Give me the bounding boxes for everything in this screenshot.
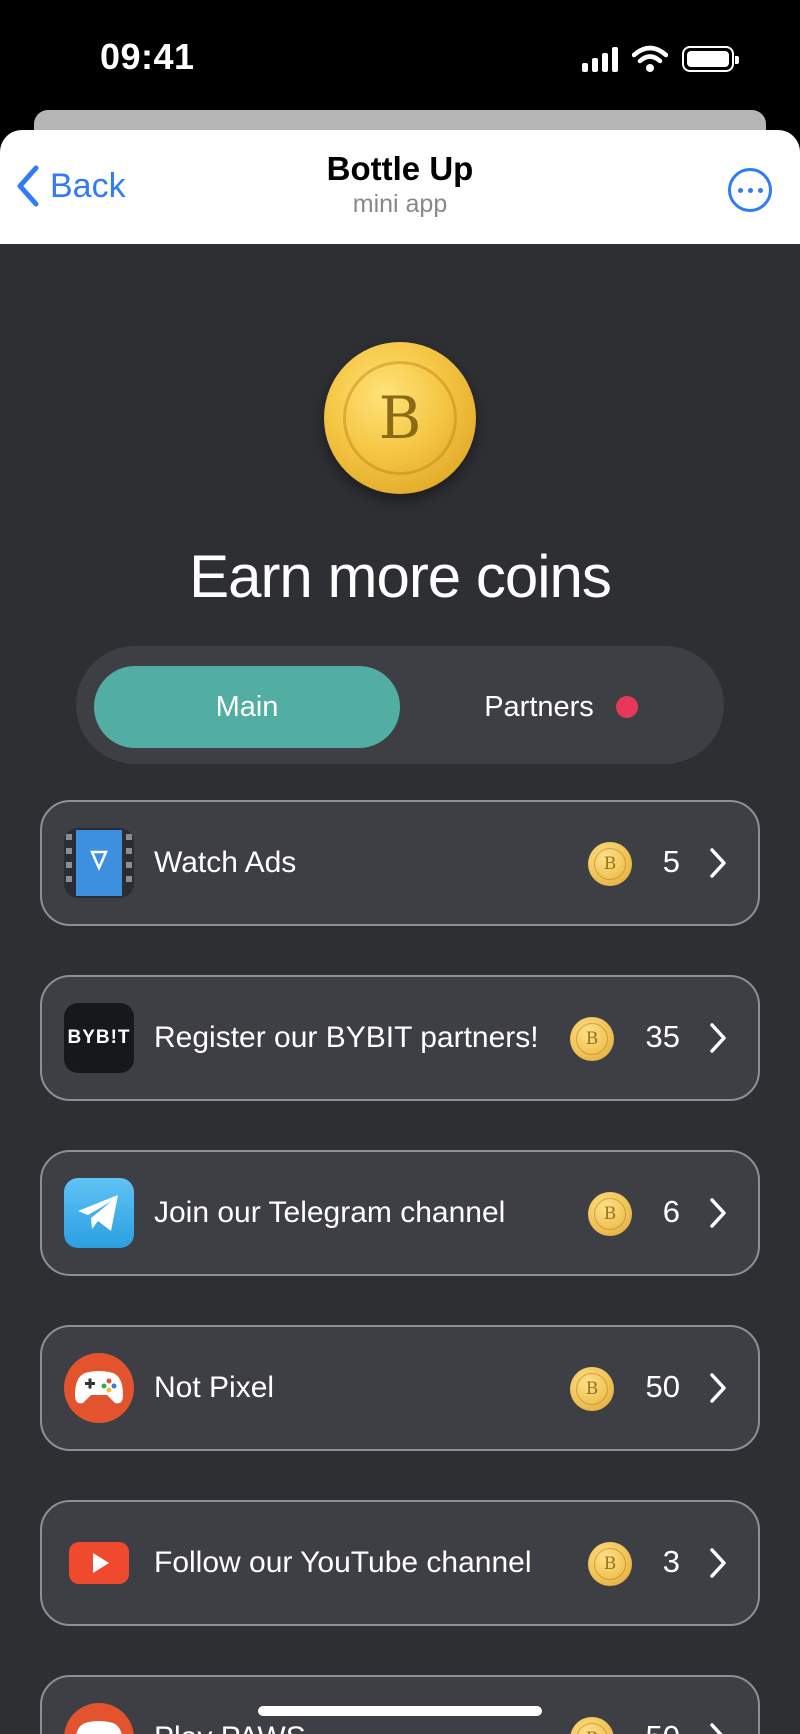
coin-icon: B: [588, 842, 632, 886]
chevron-right-icon: [710, 848, 726, 878]
task-reward: 3: [662, 1544, 680, 1579]
cellular-signal-icon: [582, 46, 618, 72]
task-label: Follow our YouTube channel: [154, 1546, 532, 1579]
home-indicator[interactable]: [258, 1706, 542, 1716]
gamepad-icon: [64, 1703, 134, 1734]
task-label: Play PAWS: [154, 1721, 306, 1734]
page-subtitle: mini app: [352, 190, 448, 218]
bybit-logo-icon: BYB!T: [64, 1003, 134, 1073]
task-reward: 50: [646, 1719, 680, 1734]
task-youtube[interactable]: Follow our YouTube channel B 3: [40, 1500, 760, 1626]
nav-header: Back Bottle Up mini app: [0, 130, 800, 244]
coin-icon: B: [570, 1367, 614, 1411]
youtube-icon: [64, 1528, 134, 1598]
task-watch-ads[interactable]: Watch Ads B 5: [40, 800, 760, 926]
telegram-icon: [64, 1178, 134, 1248]
coin-letter: B: [343, 361, 457, 475]
notification-dot: [615, 696, 638, 718]
wifi-icon: [632, 45, 668, 72]
status-bar: 09:41: [0, 0, 800, 110]
task-reward: 35: [645, 1019, 680, 1054]
task-bybit[interactable]: BYB!T Register our BYBIT partners! B 35: [40, 975, 760, 1101]
status-time: 09:41: [100, 36, 195, 77]
coin-icon: B: [570, 1717, 614, 1734]
more-options-button[interactable]: [728, 168, 772, 212]
coin-icon: B: [324, 342, 476, 494]
task-not-pixel[interactable]: Not Pixel B 50: [40, 1325, 760, 1451]
chevron-right-icon: [710, 1548, 726, 1578]
coin-icon: B: [588, 1192, 632, 1236]
battery-icon: [682, 46, 739, 72]
coin-icon: B: [570, 1017, 614, 1061]
page-title: Bottle Up: [326, 150, 474, 187]
coin-icon: B: [588, 1542, 632, 1586]
video-film-icon: [64, 828, 134, 898]
task-reward: 50: [645, 1369, 680, 1404]
bybit-logo-text: BYB!T: [67, 1027, 131, 1048]
chevron-right-icon: [710, 1023, 726, 1053]
status-icons: [582, 44, 739, 74]
task-label: Register our BYBIT partners!: [154, 1021, 539, 1054]
task-reward: 6: [662, 1194, 680, 1229]
gamepad-icon: [64, 1353, 134, 1423]
tab-main[interactable]: Main: [94, 666, 400, 748]
main-content: B Earn more coins Main Partners Watch Ad…: [0, 244, 800, 1734]
task-telegram[interactable]: Join our Telegram channel B 6: [40, 1150, 760, 1276]
task-label: Join our Telegram channel: [154, 1196, 506, 1229]
tab-partners[interactable]: Partners: [416, 666, 706, 748]
chevron-right-icon: [710, 1723, 723, 1734]
task-label: Not Pixel: [154, 1371, 275, 1404]
task-reward: 5: [662, 844, 680, 879]
chevron-right-icon: [710, 1373, 726, 1403]
task-label: Watch Ads: [154, 846, 297, 879]
nav-title-group: Bottle Up mini app: [0, 150, 800, 219]
tab-partners-label: Partners: [484, 690, 594, 723]
task-paws[interactable]: Play PAWS B 50: [40, 1675, 760, 1734]
headline: Earn more coins: [189, 543, 612, 610]
tab-bar: Main Partners: [76, 646, 724, 764]
chevron-right-icon: [710, 1198, 726, 1228]
